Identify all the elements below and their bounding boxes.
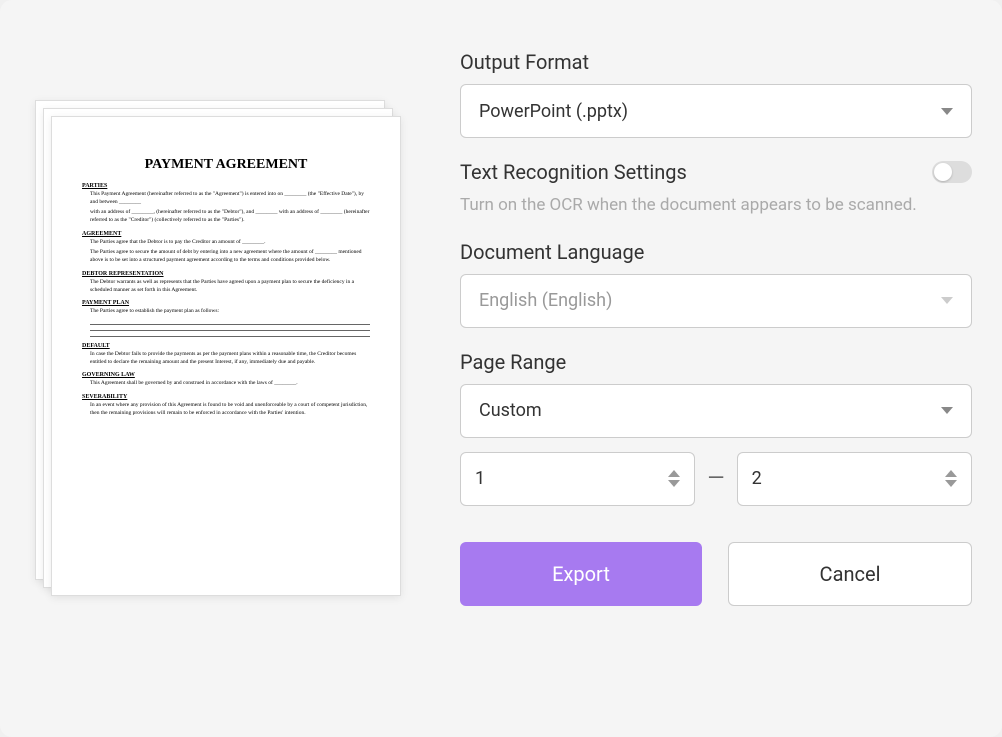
ocr-label: Text Recognition Settings	[460, 160, 687, 184]
language-value: English (English)	[479, 290, 612, 311]
document-preview: PAYMENT AGREEMENT PARTIES This Payment A…	[30, 40, 410, 707]
output-format-field: Output Format PowerPoint (.pptx)	[460, 50, 972, 138]
range-dash: —	[707, 466, 724, 491]
output-format-value: PowerPoint (.pptx)	[479, 101, 628, 122]
page-range-inputs: 1 — 2	[460, 452, 972, 506]
page-from-input[interactable]: 1	[460, 452, 695, 506]
doc-title: PAYMENT AGREEMENT	[82, 157, 370, 173]
spinner	[945, 470, 957, 487]
export-button[interactable]: Export	[460, 542, 702, 606]
language-field: Document Language English (English)	[460, 240, 972, 328]
output-format-label: Output Format	[460, 50, 972, 74]
page-front: PAYMENT AGREEMENT PARTIES This Payment A…	[51, 116, 401, 596]
toggle-knob	[934, 163, 952, 181]
page-from-value: 1	[475, 468, 485, 489]
spin-up-icon[interactable]	[668, 470, 680, 477]
ocr-toggle[interactable]	[932, 161, 972, 183]
button-row: Export Cancel	[460, 542, 972, 606]
page-range-label: Page Range	[460, 350, 972, 374]
language-select[interactable]: English (English)	[460, 274, 972, 328]
cancel-button[interactable]: Cancel	[728, 542, 972, 606]
chevron-down-icon	[941, 297, 953, 304]
page-range-select[interactable]: Custom	[460, 384, 972, 438]
spinner	[668, 470, 680, 487]
chevron-down-icon	[941, 108, 953, 115]
output-format-select[interactable]: PowerPoint (.pptx)	[460, 84, 972, 138]
spin-down-icon[interactable]	[945, 480, 957, 487]
page-to-input[interactable]: 2	[737, 452, 972, 506]
ocr-field: Text Recognition Settings Turn on the OC…	[460, 160, 972, 218]
language-label: Document Language	[460, 240, 972, 264]
spin-down-icon[interactable]	[668, 480, 680, 487]
settings-panel: Output Format PowerPoint (.pptx) Text Re…	[460, 40, 972, 707]
page-range-field: Page Range Custom 1 — 2	[460, 350, 972, 506]
page-to-value: 2	[752, 468, 762, 489]
page-range-mode: Custom	[479, 400, 542, 421]
ocr-hint: Turn on the OCR when the document appear…	[460, 194, 972, 218]
export-dialog: PAYMENT AGREEMENT PARTIES This Payment A…	[0, 0, 1002, 737]
page-stack: PAYMENT AGREEMENT PARTIES This Payment A…	[35, 100, 405, 590]
spin-up-icon[interactable]	[945, 470, 957, 477]
chevron-down-icon	[941, 407, 953, 414]
